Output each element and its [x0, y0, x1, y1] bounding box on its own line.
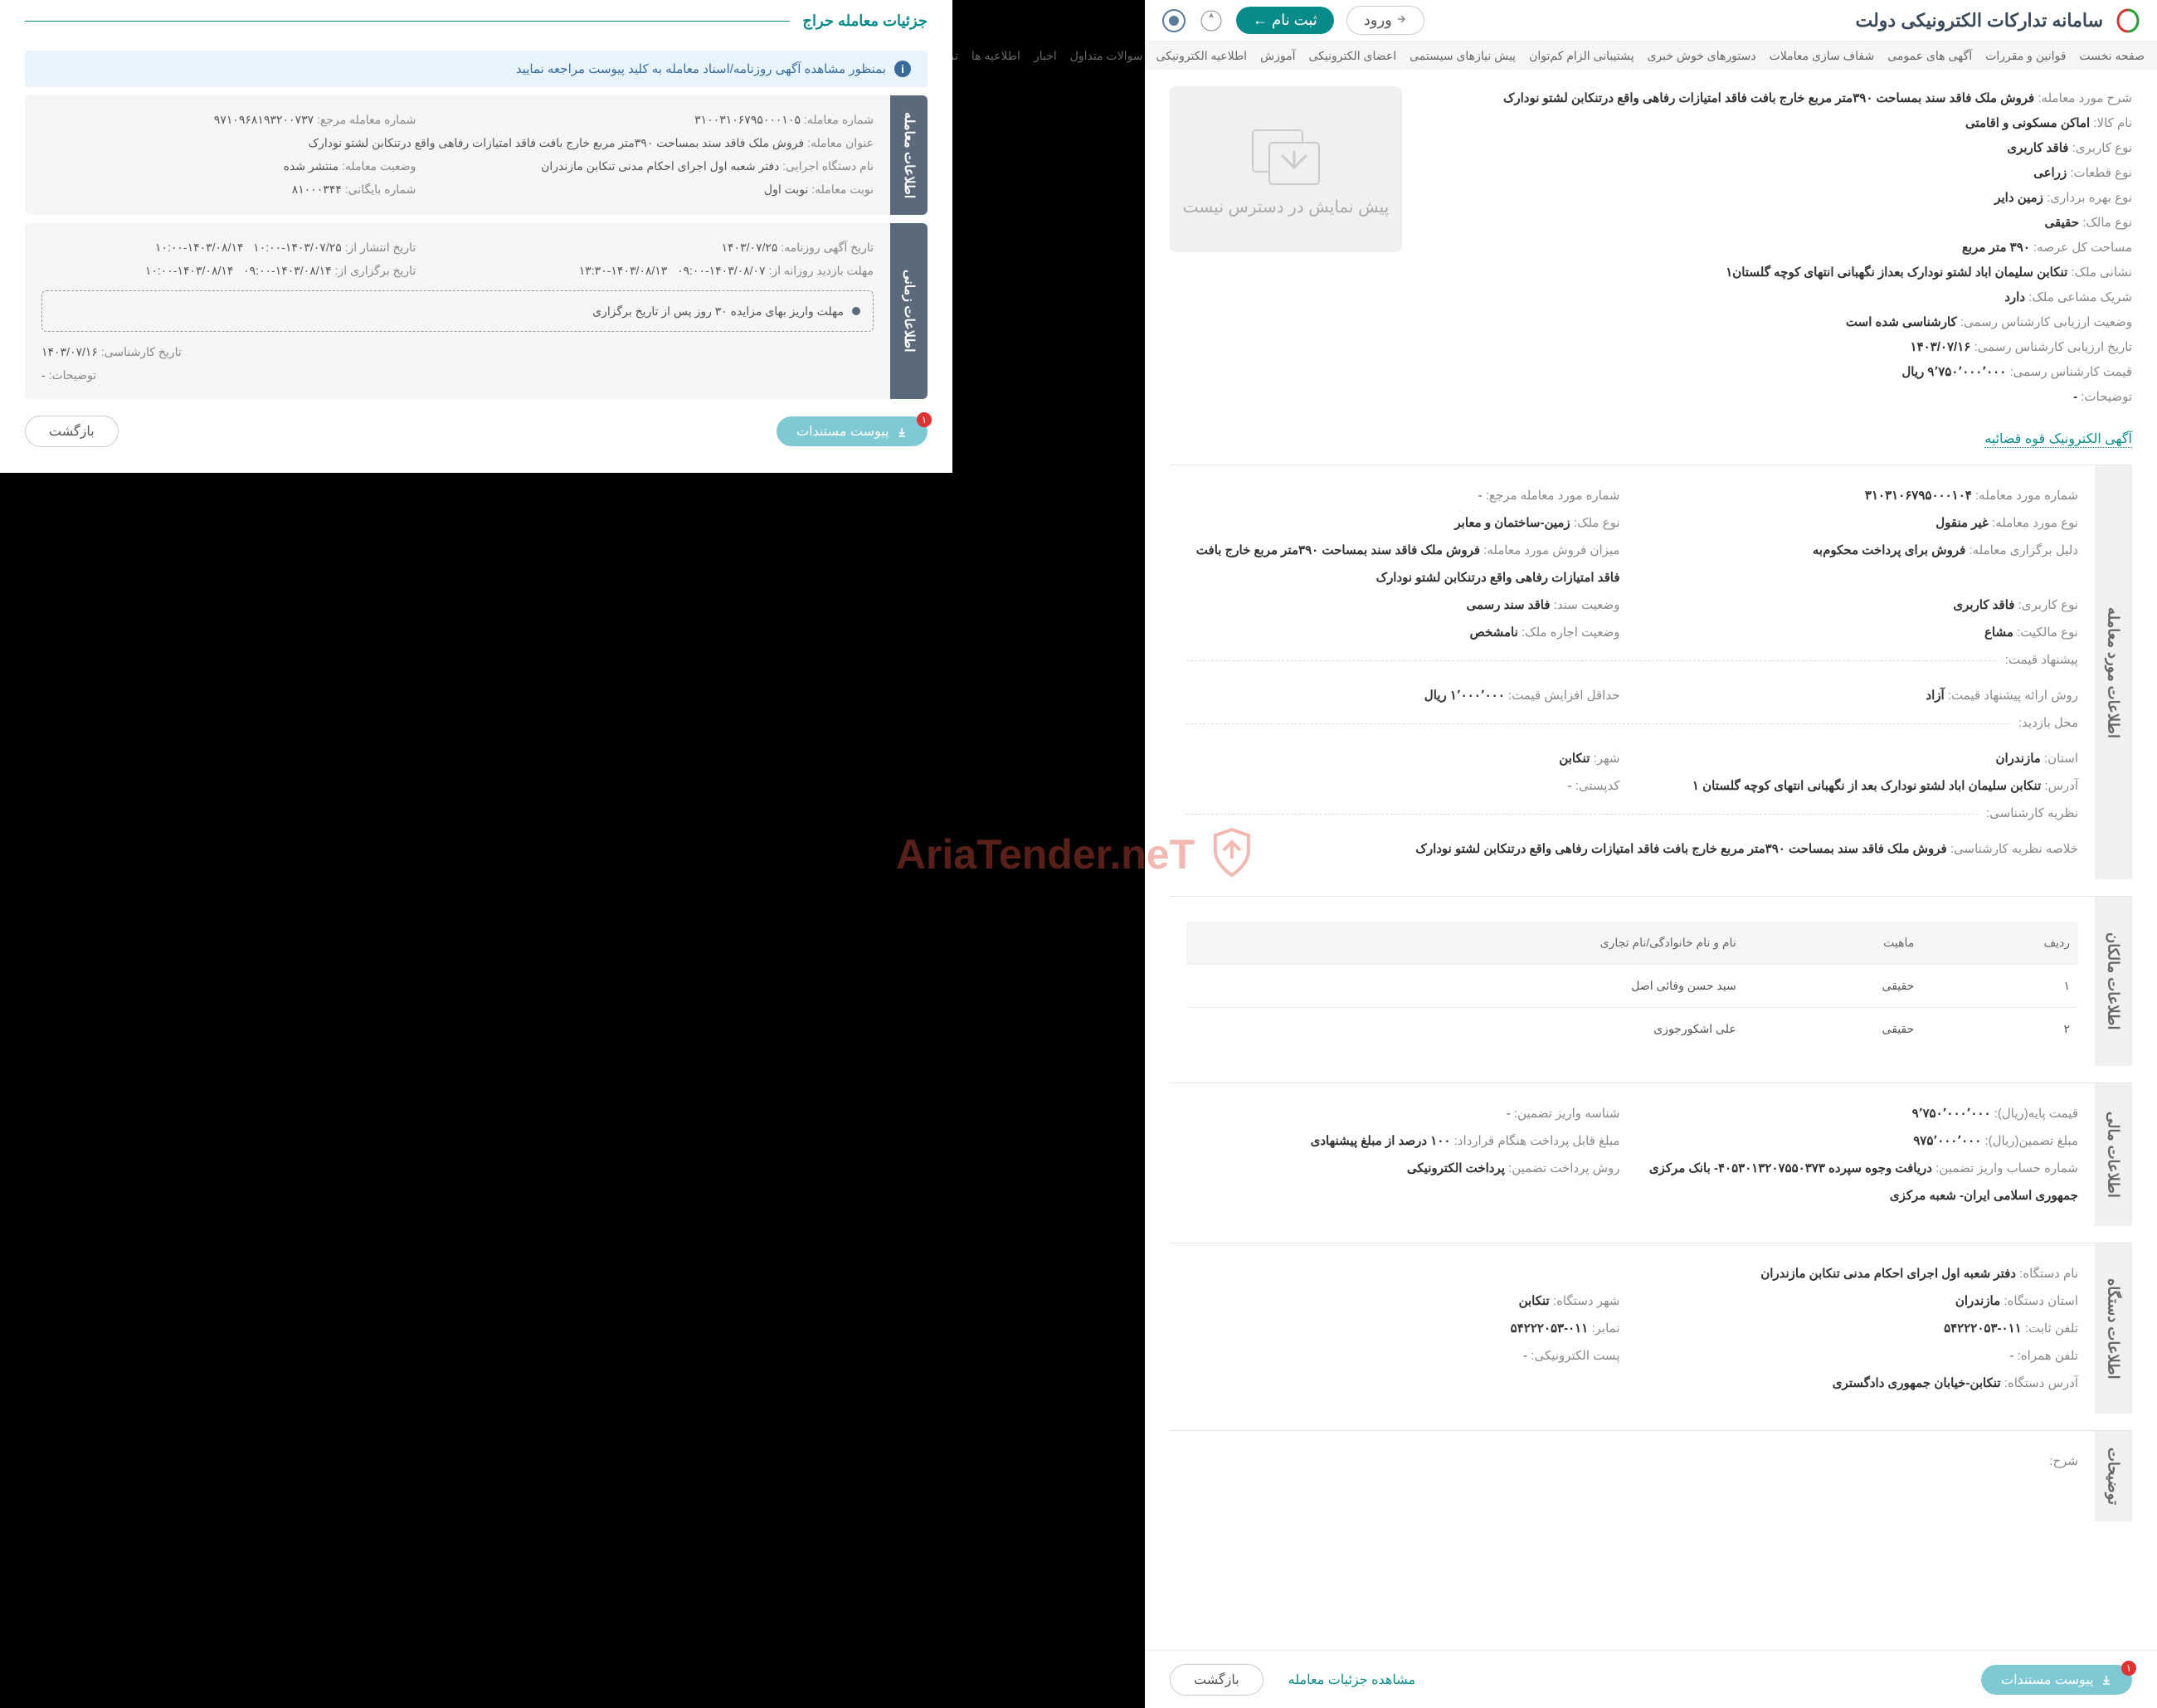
owners-table: ردیف ماهیت نام و نام خانوادگی/نام تجاری …	[1186, 922, 2078, 1049]
site-title: سامانه تدارکات الکترونیکی دولت	[1855, 10, 2103, 32]
left-attachment-badge: ۱	[917, 412, 932, 427]
nav-news[interactable]: اخبار	[1034, 49, 1057, 63]
nav-orders[interactable]: دستورهای خوش خبری	[1647, 49, 1755, 63]
section-owners-header: اطلاعات مالکان	[2105, 916, 2123, 1047]
table-row: ۲حقیقیعلی اشکورجوزی	[1186, 1007, 2078, 1049]
nav-transparency[interactable]: شفاف سازی معاملات	[1770, 49, 1875, 63]
section-financial-header: اطلاعات مالی	[2105, 1095, 2123, 1214]
org-logo-icon	[1161, 8, 1186, 33]
section-org-header: اطلاعات دستگاه	[2105, 1262, 2123, 1396]
bullet-icon	[852, 307, 860, 315]
image-preview: پیش نمایش در دسترس نیست	[1170, 86, 1402, 252]
section-notes-header: توضیحات	[2105, 1431, 2123, 1521]
nav-faq[interactable]: سوالات متداول	[1070, 49, 1143, 63]
info-banner: i بمنظور مشاهده آگهی روزنامه/اسناد معامل…	[25, 51, 928, 87]
attachment-badge: ۱	[2121, 1661, 2136, 1676]
section-notes-body: شرح:	[1170, 1431, 2095, 1521]
gov-emblem-icon	[1199, 8, 1224, 33]
left-sec2-body: تاریخ آگهی روزنامه: ۱۴۰۳/۰۷/۲۵ تاریخ انت…	[25, 223, 890, 399]
left-sec1-header: اطلاعات معامله	[901, 95, 917, 215]
left-sec2-header: اطلاعات زمانی	[901, 253, 917, 369]
nav-home[interactable]: صفحه نخست	[2079, 49, 2145, 63]
table-row: ۱حقیقیسید حسن وفائی اصل	[1186, 964, 2078, 1007]
electronic-announcement-link[interactable]: آگهی الکترونیک قوه قضائیه	[1984, 431, 2132, 448]
nav-prereq[interactable]: پیش نیازهای سیستمی	[1410, 49, 1516, 63]
left-back-button[interactable]: بازگشت	[25, 416, 119, 447]
left-sec1-body: شماره معامله: ۳۱۰۰۳۱۰۶۷۹۵۰۰۰۱۰۵ شماره مع…	[25, 95, 890, 215]
section-org-body: نام دستگاه: دفتر شعبه اول اجرای احکام مد…	[1170, 1243, 2095, 1414]
left-panel-title: جزئیات معامله حراج	[802, 12, 928, 30]
nav-training[interactable]: آموزش	[1260, 49, 1295, 63]
nav-members[interactable]: اعضای الکترونیکی	[1309, 49, 1397, 63]
register-button[interactable]: ثبت نام ←	[1236, 7, 1334, 34]
section-trade-body: شماره مورد معامله: ۳۱۰۳۱۰۶۷۹۵۰۰۰۱۰۴ شمار…	[1170, 465, 2095, 879]
deadline-box: مهلت واریز بهای مزایده ۳۰ روز پس از تاری…	[41, 290, 874, 332]
view-details-link[interactable]: مشاهده جزئیات معامله	[1288, 1672, 1415, 1688]
left-attachment-button[interactable]: پیوست مستندات ۱	[777, 416, 928, 446]
back-button[interactable]: بازگشت	[1170, 1664, 1264, 1696]
nav-alerts[interactable]: اطلاعیه ها	[971, 49, 1020, 63]
info-icon: i	[894, 61, 911, 77]
login-button[interactable]: ورود	[1346, 6, 1424, 35]
section-owners-body: ردیف ماهیت نام و نام خانوادگی/نام تجاری …	[1170, 897, 2095, 1066]
nav-notices[interactable]: اطلاعیه الکترونیکی	[1156, 49, 1247, 63]
nav-rules[interactable]: قوانین و مقررات	[1985, 49, 2066, 63]
section-trade-header: اطلاعات مورد معامله	[2105, 591, 2123, 755]
attachment-button[interactable]: پیوست مستندات ۱	[1981, 1665, 2132, 1695]
nav-announcements[interactable]: آگهی های عمومی	[1887, 49, 1972, 63]
nav-bar: صفحه نخست قوانین و مقررات آگهی های عمومی…	[1145, 41, 2157, 70]
site-logo-icon	[2116, 8, 2140, 33]
nav-accessibility[interactable]: پشتیبانی الزام کم‌توان	[1529, 49, 1634, 63]
section-financial-body: قیمت پایه(ریال): ۹٬۷۵۰٬۰۰۰٬۰۰۰ شناسه وار…	[1170, 1083, 2095, 1226]
